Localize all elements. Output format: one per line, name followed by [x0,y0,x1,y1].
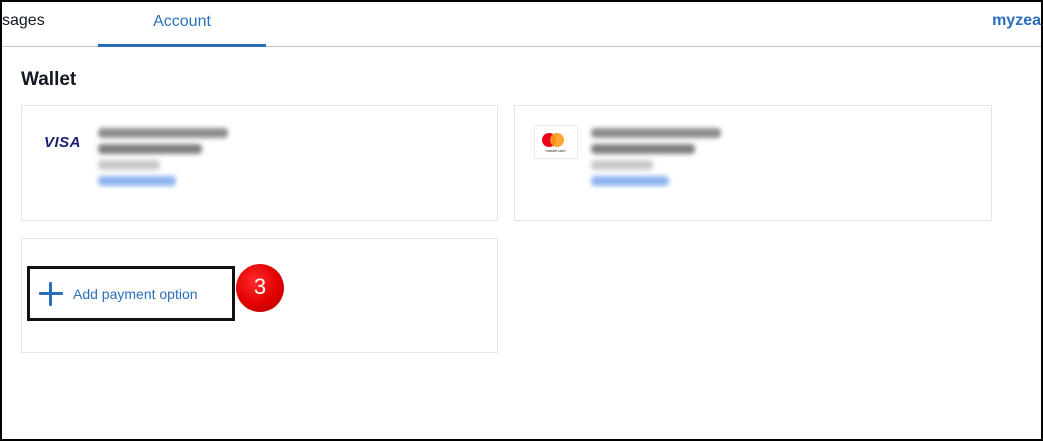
card-details-redacted [591,128,751,192]
tab-account[interactable]: Account [98,2,266,47]
visa-logo-text: VISA [43,133,81,151]
edit-link-redacted[interactable] [98,176,176,186]
cardholder-name-redacted [591,128,721,138]
payment-card-visa: VISA [21,105,498,221]
mastercard-orange-circle [549,133,564,147]
card-expiry-redacted [591,144,695,154]
wallet-title: Wallet [21,69,77,90]
mastercard-logo: mastercard [533,125,578,159]
card-details-redacted [98,128,258,192]
card-expiry-redacted [98,144,202,154]
tab-messages[interactable]: sages [2,12,45,30]
mastercard-wordmark: mastercard [545,148,566,153]
tab-bar: sages Account myzea [2,2,1041,47]
card-primary-redacted [98,160,160,170]
edit-link-redacted[interactable] [591,176,669,186]
step-number-badge: 3 [236,264,284,312]
plus-icon [39,281,63,306]
add-payment-option-button[interactable]: Add payment option [27,266,235,321]
visa-logo-icon: VISA [40,125,85,159]
add-payment-option-label: Add payment option [73,285,198,302]
user-name-link[interactable]: myzea [992,12,1041,30]
mastercard-logo-icon: mastercard [533,125,578,159]
cardholder-name-redacted [98,128,228,138]
card-primary-redacted [591,160,653,170]
payment-card-mastercard: mastercard [514,105,992,221]
browser-frame: sages Account myzea Wallet VISA masterca… [0,0,1043,441]
